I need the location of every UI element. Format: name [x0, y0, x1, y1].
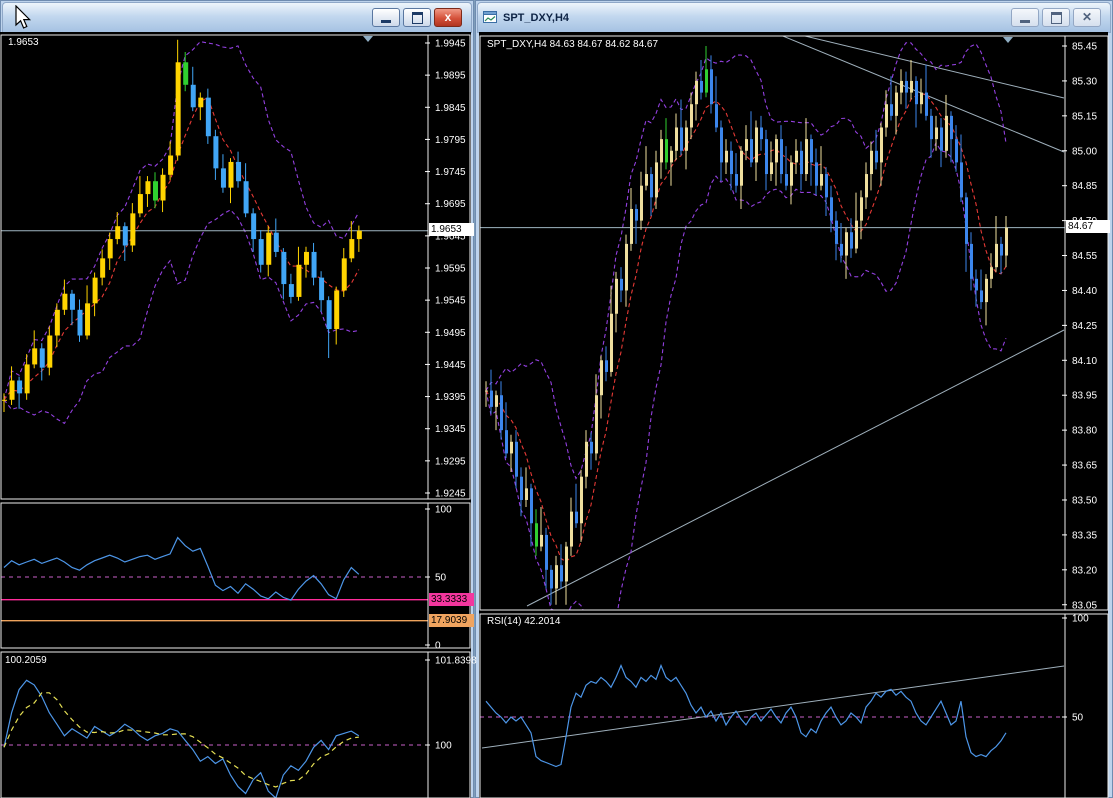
right-minimize-button[interactable] [1011, 8, 1039, 27]
left-ind1-orange-level-tag: 17.9039 [429, 614, 474, 627]
left-current-price-tag: 1.9653 [429, 223, 474, 236]
window-right-titlebar[interactable]: SPT_DXY,H4 ✕ [477, 2, 1111, 33]
left-ind1-pink-level-tag: 33.3333 [429, 593, 474, 606]
right-restore-button[interactable] [1042, 8, 1070, 27]
right-current-price-tag: 84.67 [1066, 220, 1110, 233]
window-left: x [0, 0, 474, 798]
minimize-icon [1020, 20, 1030, 23]
left-close-button[interactable]: x [434, 8, 462, 27]
left-chart-info-label: 1.9653 [8, 37, 39, 48]
left-restore-button[interactable] [403, 8, 431, 27]
close-icon: ✕ [1082, 10, 1092, 25]
close-icon: x [445, 10, 452, 25]
right-close-button[interactable]: ✕ [1073, 8, 1101, 27]
window-right-title: SPT_DXY,H4 [498, 12, 569, 24]
restore-icon [412, 12, 423, 24]
right-chart-info-label: SPT_DXY,H4 84.63 84.67 84.62 84.67 [487, 39, 658, 50]
left-ind2-info-label: 100.2059 [5, 655, 47, 666]
left-minimize-button[interactable] [372, 8, 400, 27]
window-left-titlebar[interactable]: x [2, 2, 472, 33]
mdi-workspace: { "left_window": { "title": "", "info_la… [0, 0, 1113, 798]
restore-icon [1051, 12, 1062, 24]
right-rsi-info-label: RSI(14) 42.2014 [487, 616, 560, 627]
right-chart-area[interactable] [479, 32, 1108, 798]
chart-window-icon [483, 11, 498, 24]
minimize-icon [381, 20, 391, 23]
window-right: SPT_DXY,H4 ✕ [475, 0, 1113, 798]
mouse-cursor [14, 5, 34, 31]
left-chart-area[interactable] [0, 32, 471, 798]
